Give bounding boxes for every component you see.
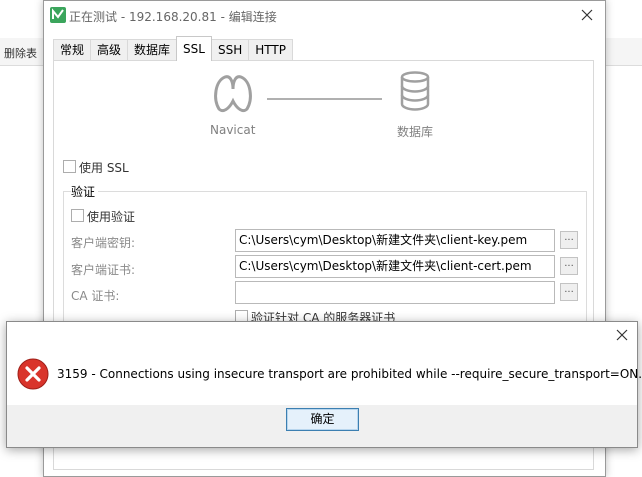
tab-ssl[interactable]: SSL: [176, 36, 212, 61]
tab-bar: 常规 高级 数据库 SSL SSH HTTP: [53, 36, 293, 61]
error-message: 3159 - Connections using insecure transp…: [57, 367, 642, 381]
tab-databases[interactable]: 数据库: [127, 39, 178, 61]
navicat-logo-icon: [214, 75, 252, 113]
tab-ssh[interactable]: SSH: [210, 39, 250, 61]
navicat-label: Navicat: [210, 123, 256, 137]
error-icon: [17, 358, 49, 390]
tab-http[interactable]: HTTP: [248, 39, 293, 61]
connection-diagram: Navicat 数据库: [54, 61, 593, 151]
use-auth-checkbox[interactable]: [71, 209, 84, 222]
ca-cert-label: CA 证书:: [71, 289, 120, 303]
error-dialog-body: 3159 - Connections using insecure transp…: [7, 350, 642, 405]
close-icon[interactable]: [579, 7, 595, 23]
ca-cert-browse-button[interactable]: ...: [560, 283, 578, 301]
client-key-input[interactable]: C:\Users\cym\Desktop\新建文件夹\client-key.pe…: [235, 229, 555, 252]
client-cert-input[interactable]: C:\Users\cym\Desktop\新建文件夹\client-cert.p…: [235, 255, 555, 278]
tab-general[interactable]: 常规: [53, 39, 92, 61]
client-key-browse-button[interactable]: ...: [560, 231, 578, 249]
navicat-app-icon: [50, 7, 66, 23]
use-ssl-label: 使用 SSL: [79, 161, 129, 175]
use-ssl-checkbox[interactable]: [63, 160, 76, 173]
tab-advanced[interactable]: 高级: [90, 39, 129, 61]
window-titlebar: 正在测试 - 192.168.20.81 - 编辑连接: [44, 1, 605, 31]
close-icon[interactable]: [615, 328, 629, 342]
ok-button[interactable]: 确定: [286, 408, 359, 431]
database-label: 数据库: [397, 125, 434, 139]
client-cert-label: 客户端证书:: [71, 263, 136, 277]
error-dialog-titlebar: [7, 322, 637, 350]
client-key-label: 客户端密钥:: [71, 236, 136, 250]
client-cert-browse-button[interactable]: ...: [560, 257, 578, 275]
connection-line: [267, 98, 382, 100]
error-dialog: 3159 - Connections using insecure transp…: [6, 321, 642, 448]
use-auth-label: 使用验证: [87, 210, 136, 224]
database-icon: [400, 71, 430, 111]
auth-group-title: 验证: [71, 183, 99, 200]
delete-table-button[interactable]: 删除表: [4, 45, 37, 61]
ca-cert-input[interactable]: [235, 281, 555, 304]
window-title: 正在测试 - 192.168.20.81 - 编辑连接: [69, 10, 277, 24]
